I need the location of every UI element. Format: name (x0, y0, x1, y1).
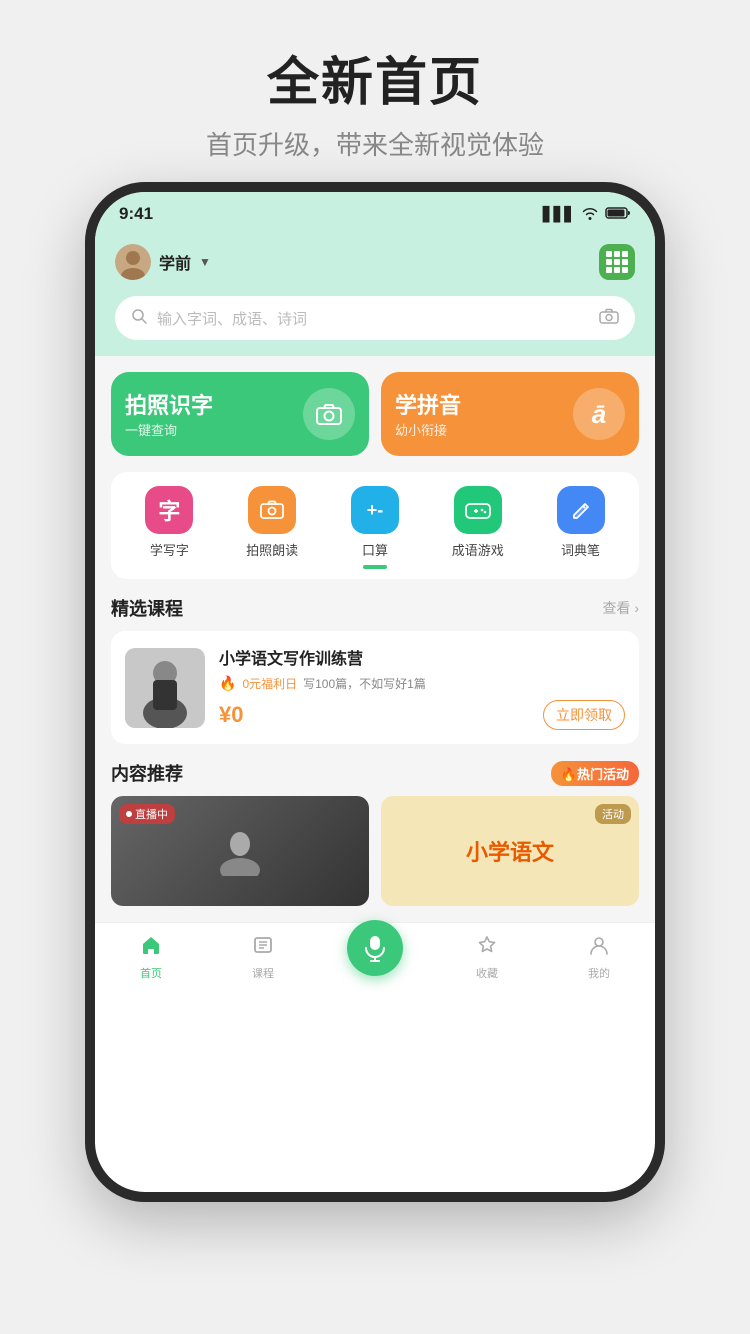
feature-icon-write: 字 (145, 486, 193, 534)
camera-icon[interactable] (599, 308, 619, 329)
features-row: 字 学写字 拍照朗读 +- (119, 486, 631, 559)
tab-profile[interactable]: 我的 (569, 934, 629, 981)
content-text-card[interactable]: 小学语文 活动 (381, 796, 639, 906)
content-card-label: 小学语文 (466, 835, 554, 867)
photo-recognition-button[interactable]: 拍照识字 一键查询 (111, 372, 369, 456)
status-bar: 9:41 ▋▋▋ (95, 192, 655, 236)
pinyin-button-icon: ā (573, 388, 625, 440)
battery-icon (605, 206, 631, 223)
feature-label-photo-read: 拍照朗读 (246, 540, 298, 559)
signal-icon: ▋▋▋ (543, 206, 575, 223)
course-desc: 写100篇，不如写好1篇 (303, 675, 426, 692)
status-time: 9:41 (119, 204, 153, 224)
content-section: 内容推荐 🔥热门活动 直播中 (111, 760, 639, 906)
feature-label-write: 学写字 (150, 540, 189, 559)
feature-item-write[interactable]: 字 学写字 (145, 486, 193, 559)
hot-badge[interactable]: 🔥热门活动 (551, 761, 639, 786)
course-tag: 0元福利日 (242, 675, 297, 692)
scroll-indicator (363, 565, 387, 569)
live-card[interactable]: 直播中 (111, 796, 369, 906)
content-cards: 直播中 小学语文 活动 (111, 796, 639, 906)
pinyin-sub-text: 幼小衔接 (395, 423, 447, 438)
live-badge: 直播中 (119, 804, 175, 824)
tab-courses-label: 课程 (252, 965, 274, 981)
feature-item-calc[interactable]: +- 口算 (351, 486, 399, 559)
tab-home[interactable]: 首页 (121, 934, 181, 981)
page-main-title: 全新首页 (0, 40, 750, 115)
tab-profile-label: 我的 (588, 965, 610, 981)
pinyin-main-text: 学拼音 (395, 388, 461, 420)
courses-section: 精选课程 查看 › 小学语文写作训练营 🔥 0元福利日 (111, 595, 639, 744)
calendar-button[interactable] (599, 244, 635, 280)
course-thumbnail (125, 648, 205, 728)
tab-favorites-label: 收藏 (476, 965, 498, 981)
dropdown-arrow-icon: ▼ (199, 255, 211, 269)
courses-header: 精选课程 查看 › (111, 595, 639, 621)
wifi-icon (581, 206, 599, 223)
top-header: 全新首页 首页升级，带来全新视觉体验 (0, 0, 750, 182)
tab-home-label: 首页 (140, 965, 162, 981)
courses-icon (252, 934, 274, 962)
feature-item-photo-read[interactable]: 拍照朗读 (246, 486, 298, 559)
course-claim-button[interactable]: 立即领取 (543, 700, 625, 730)
phone-shell: 9:41 ▋▋▋ (85, 182, 665, 1202)
page-subtitle: 首页升级，带来全新视觉体验 (0, 125, 750, 162)
favorites-icon (476, 934, 498, 962)
content-title: 内容推荐 (111, 760, 183, 786)
main-content: 拍照识字 一键查询 学拼音 幼小衔接 ā (95, 356, 655, 922)
tab-favorites[interactable]: 收藏 (457, 934, 517, 981)
mic-fab-button[interactable] (347, 920, 403, 976)
feature-label-pen: 词典笔 (561, 540, 600, 559)
feature-icon-photo-read (248, 486, 296, 534)
feature-icon-calc: +- (351, 486, 399, 534)
quick-features: 字 学写字 拍照朗读 +- (111, 472, 639, 579)
course-tag-row: 🔥 0元福利日 写100篇，不如写好1篇 (219, 675, 625, 692)
tab-mic[interactable] (345, 940, 405, 976)
avatar (115, 244, 151, 280)
user-label: 学前 (159, 250, 191, 274)
live-text: 直播中 (135, 806, 168, 822)
fire-icon: 🔥 (219, 675, 236, 692)
live-dot (126, 811, 132, 817)
course-price: ¥0 (219, 702, 243, 728)
tab-bar: 首页 课程 (95, 922, 655, 992)
user-info[interactable]: 学前 ▼ (115, 244, 211, 280)
photo-main-text: 拍照识字 (125, 388, 213, 420)
feature-item-pen[interactable]: 词典笔 (557, 486, 605, 559)
photo-sub-text: 一键查询 (125, 423, 177, 438)
search-icon (131, 308, 147, 329)
tab-courses[interactable]: 课程 (233, 934, 293, 981)
course-card[interactable]: 小学语文写作训练营 🔥 0元福利日 写100篇，不如写好1篇 ¥0 立即领取 (111, 631, 639, 744)
feature-label-game: 成语游戏 (452, 540, 504, 559)
feature-icon-pen (557, 486, 605, 534)
home-icon (140, 934, 162, 962)
pinyin-button-text: 学拼音 幼小衔接 (395, 388, 461, 440)
content-header: 内容推荐 🔥热门活动 (111, 760, 639, 786)
search-placeholder: 输入字词、成语、诗词 (157, 308, 589, 329)
course-info: 小学语文写作训练营 🔥 0元福利日 写100篇，不如写好1篇 ¥0 立即领取 (219, 645, 625, 730)
courses-title: 精选课程 (111, 595, 183, 621)
photo-button-text: 拍照识字 一键查询 (125, 388, 213, 440)
search-section: 输入字词、成语、诗词 (95, 296, 655, 356)
search-bar[interactable]: 输入字词、成语、诗词 (115, 296, 635, 340)
courses-more[interactable]: 查看 › (602, 598, 639, 618)
photo-button-icon (303, 388, 355, 440)
big-buttons: 拍照识字 一键查询 学拼音 幼小衔接 ā (111, 372, 639, 456)
status-icons: ▋▋▋ (543, 206, 631, 223)
feature-item-game[interactable]: 成语游戏 (452, 486, 504, 559)
feature-icon-game (454, 486, 502, 534)
activity-badge: 活动 (595, 804, 631, 824)
profile-icon (588, 934, 610, 962)
course-bottom: ¥0 立即领取 (219, 700, 625, 730)
pinyin-button[interactable]: 学拼音 幼小衔接 ā (381, 372, 639, 456)
feature-label-calc: 口算 (362, 540, 388, 559)
app-header: 学前 ▼ (95, 236, 655, 296)
course-title: 小学语文写作训练营 (219, 645, 625, 669)
